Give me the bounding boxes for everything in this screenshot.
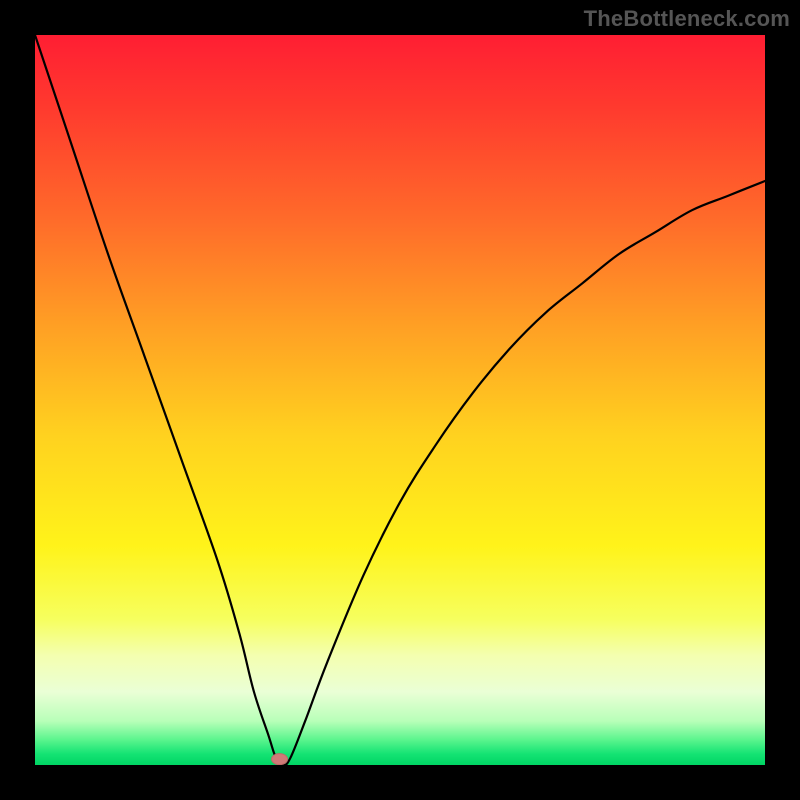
chart-frame: TheBottleneck.com <box>0 0 800 800</box>
chart-svg <box>35 35 765 765</box>
watermark-text: TheBottleneck.com <box>584 6 790 32</box>
plot-area <box>35 35 765 765</box>
gradient-background <box>35 35 765 765</box>
min-marker <box>272 754 288 765</box>
